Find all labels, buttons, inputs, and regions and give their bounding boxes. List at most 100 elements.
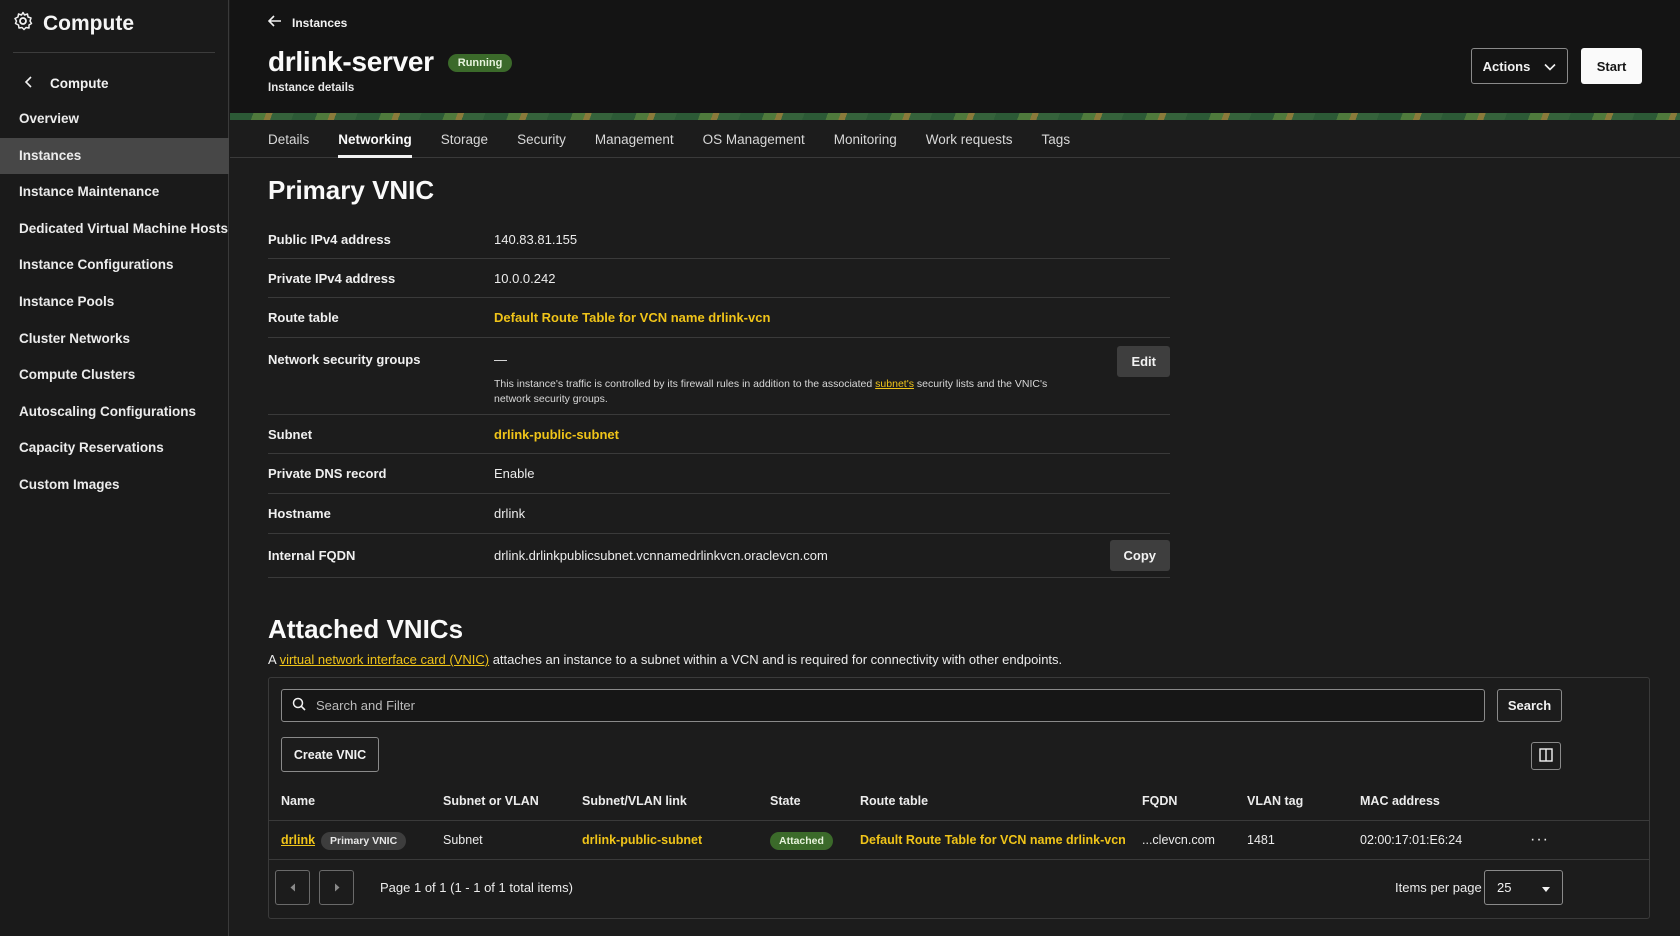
column-header-subnet-link[interactable]: Subnet/VLAN link: [570, 782, 758, 821]
sidebar-item-dedicated-vm-hosts[interactable]: Dedicated Virtual Machine Hosts: [0, 211, 229, 248]
copy-fqdn-button[interactable]: Copy: [1109, 540, 1170, 571]
column-header-state[interactable]: State: [758, 782, 848, 821]
detail-label: Private DNS record: [268, 466, 387, 481]
breadcrumb-label: Instances: [292, 15, 348, 30]
detail-row-public-ip: Public IPv4 address 140.83.81.155: [268, 220, 1170, 259]
start-button[interactable]: Start: [1581, 48, 1642, 84]
detail-label: Network security groups: [268, 352, 421, 367]
sidebar-item-instances[interactable]: Instances: [0, 137, 229, 175]
tab-tags[interactable]: Tags: [1042, 120, 1071, 158]
previous-page-button[interactable]: [275, 870, 310, 905]
search-button[interactable]: Search: [1497, 689, 1562, 722]
route-table-link[interactable]: Default Route Table for VCN name drlink-…: [494, 310, 770, 325]
more-actions-icon[interactable]: ···: [1530, 831, 1549, 848]
sidebar-item-compute-clusters[interactable]: Compute Clusters: [0, 357, 229, 394]
detail-row-route-table: Route table Default Route Table for VCN …: [268, 298, 1170, 338]
search-input[interactable]: [316, 698, 1466, 713]
nsg-value-block: — This instance's traffic is controlled …: [494, 352, 1084, 407]
column-header-actions: [1518, 782, 1649, 821]
tab-security[interactable]: Security: [517, 120, 566, 158]
cell-name: drlink Primary VNIC: [269, 820, 431, 860]
sidebar-item-autoscaling[interactable]: Autoscaling Configurations: [0, 394, 229, 431]
title-row: drlink-server Running: [268, 46, 513, 78]
column-header-subnet-or-vlan[interactable]: Subnet or VLAN: [431, 782, 570, 821]
caret-down-icon: [1542, 880, 1550, 895]
fqdn-value: drlink.drlinkpublicsubnet.vcnnamedrlinkv…: [494, 548, 828, 563]
tab-details[interactable]: Details: [268, 120, 309, 158]
column-header-fqdn[interactable]: FQDN: [1130, 782, 1235, 821]
search-field[interactable]: [281, 689, 1485, 722]
primary-vnic-details: Public IPv4 address 140.83.81.155 Privat…: [268, 220, 1170, 578]
pagination-text: Page 1 of 1 (1 - 1 of 1 total items): [380, 880, 573, 895]
gear-icon: [13, 11, 33, 37]
detail-label: Route table: [268, 310, 339, 325]
sidebar-item-overview[interactable]: Overview: [0, 101, 229, 138]
state-badge: Attached: [770, 831, 833, 850]
sidebar-back-link[interactable]: Compute: [24, 76, 109, 91]
breadcrumb[interactable]: Instances: [267, 15, 348, 30]
cell-actions: ···: [1518, 820, 1649, 860]
column-header-name[interactable]: Name: [269, 782, 431, 821]
cell-vlan-tag: 1481: [1235, 820, 1348, 860]
page-subtitle: Instance details: [268, 82, 355, 94]
sidebar-item-instance-maintenance[interactable]: Instance Maintenance: [0, 174, 229, 211]
nsg-note: This instance's traffic is controlled by…: [494, 377, 1084, 407]
nsg-note-text: This instance's traffic is controlled by…: [494, 378, 876, 390]
tab-storage[interactable]: Storage: [441, 120, 488, 158]
route-table-row-link[interactable]: Default Route Table for VCN name drlink-…: [860, 833, 1126, 847]
chevron-down-icon: [1544, 59, 1556, 74]
items-per-page-label: Items per page: [1395, 880, 1482, 895]
create-vnic-button[interactable]: Create VNIC: [281, 737, 379, 772]
columns-icon: [1539, 747, 1553, 765]
detail-row-fqdn: Internal FQDN drlink.drlinkpublicsubnet.…: [268, 534, 1170, 578]
edit-nsg-button[interactable]: Edit: [1117, 346, 1170, 377]
sidebar-item-custom-images[interactable]: Custom Images: [0, 467, 229, 504]
tab-management[interactable]: Management: [595, 120, 674, 158]
subnet-row-link[interactable]: drlink-public-subnet: [582, 833, 702, 847]
primary-vnic-heading: Primary VNIC: [268, 175, 435, 205]
tab-bar: Details Networking Storage Security Mana…: [230, 120, 1680, 158]
cell-state: Attached: [758, 820, 848, 860]
detail-row-private-ip: Private IPv4 address 10.0.0.242: [268, 259, 1170, 298]
vnic-doc-link[interactable]: virtual network interface card (VNIC): [280, 652, 490, 667]
actions-button[interactable]: Actions: [1471, 48, 1568, 84]
cell-mac-address: 02:00:17:01:E6:24: [1348, 820, 1518, 860]
items-per-page-select[interactable]: 25: [1484, 870, 1563, 905]
tab-networking[interactable]: Networking: [338, 120, 412, 158]
column-header-mac-address[interactable]: MAC address: [1348, 782, 1518, 821]
vnics-table: Name Subnet or VLAN Subnet/VLAN link Sta…: [269, 782, 1649, 860]
sidebar: Compute Compute Overview Instances Insta…: [0, 0, 229, 936]
subnet-value-link[interactable]: drlink-public-subnet: [494, 427, 619, 442]
detail-row-dns: Private DNS record Enable: [268, 454, 1170, 494]
detail-label: Hostname: [268, 506, 331, 521]
desc-prefix: A: [268, 652, 280, 667]
sidebar-item-cluster-networks[interactable]: Cluster Networks: [0, 321, 229, 358]
column-settings-button[interactable]: [1531, 742, 1561, 770]
next-page-button[interactable]: [319, 870, 354, 905]
primary-vnic-tag: Primary VNIC: [321, 831, 407, 850]
sidebar-nav: Overview Instances Instance Maintenance …: [0, 101, 229, 504]
pagination: Page 1 of 1 (1 - 1 of 1 total items) Ite…: [269, 859, 1649, 918]
vnic-name-link[interactable]: drlink: [281, 833, 315, 847]
sidebar-item-capacity-reservations[interactable]: Capacity Reservations: [0, 430, 229, 467]
items-per-page-value: 25: [1497, 880, 1512, 895]
sidebar-item-instance-pools[interactable]: Instance Pools: [0, 284, 229, 321]
column-header-vlan-tag[interactable]: VLAN tag: [1235, 782, 1348, 821]
subnet-link[interactable]: subnet's: [875, 378, 914, 390]
sidebar-divider: [13, 52, 215, 53]
table-header-row: Name Subnet or VLAN Subnet/VLAN link Sta…: [269, 782, 1649, 821]
chevron-left-icon: [24, 76, 34, 91]
detail-label: Internal FQDN: [268, 548, 356, 563]
caret-right-icon: [334, 880, 340, 895]
column-header-route-table[interactable]: Route table: [848, 782, 1130, 821]
actions-label: Actions: [1482, 58, 1531, 74]
tab-os-management[interactable]: OS Management: [703, 120, 805, 158]
tab-work-requests[interactable]: Work requests: [926, 120, 1013, 158]
detail-row-nsg: Network security groups — This instance'…: [268, 338, 1170, 415]
hostname-value: drlink: [494, 506, 526, 521]
nsg-value: —: [494, 352, 507, 367]
tab-monitoring[interactable]: Monitoring: [834, 120, 897, 158]
sidebar-item-instance-configurations[interactable]: Instance Configurations: [0, 247, 229, 284]
decorative-banner: [230, 113, 1680, 120]
dns-value: Enable: [494, 466, 535, 481]
